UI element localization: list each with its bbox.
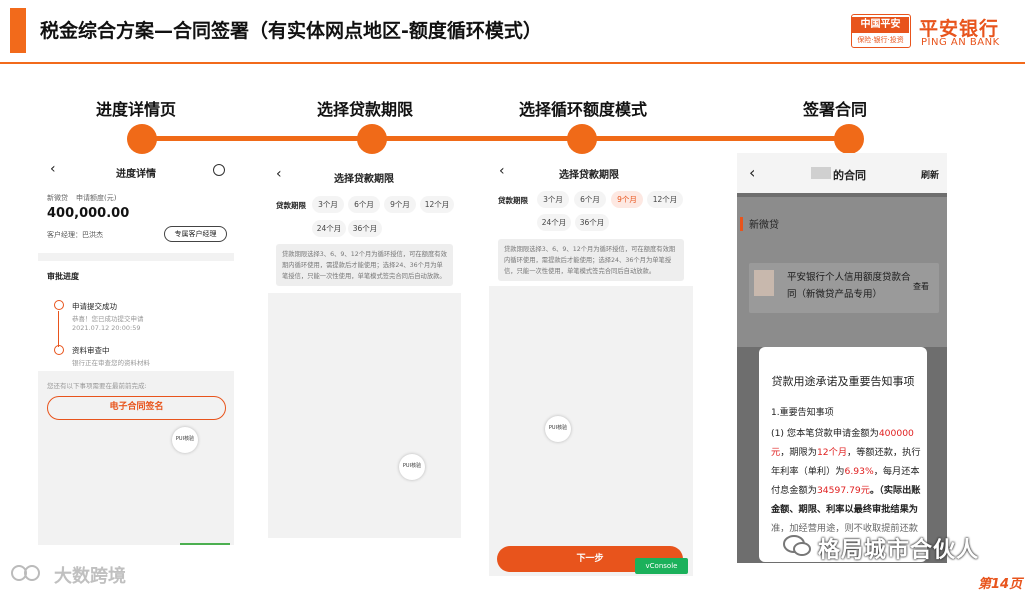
back-arrow-icon[interactable]: ‹	[749, 163, 755, 182]
header-accent-bar	[10, 8, 26, 53]
logo-box-bottom-text: 保险·银行·投资	[857, 36, 904, 44]
body-text: (1) 您本笔贷款申请金额为	[771, 428, 879, 439]
slide: 税金综合方案—合同签署（有实体网点地区-额度循环模式） 中国平安 保险·银行·投…	[0, 0, 1025, 592]
contract-name: 平安银行个人信用额度贷款合同（新微贷产品专用）	[787, 272, 911, 300]
page-number: 第14页	[978, 577, 1023, 592]
view-contract-link[interactable]: 查看	[913, 281, 929, 292]
back-arrow-icon[interactable]: ‹	[499, 163, 505, 179]
step1-desc: 恭喜！您已成功提交申请	[72, 315, 144, 323]
term-label: 贷款期限	[498, 196, 528, 205]
term-option-36m[interactable]: 36个月	[348, 220, 382, 237]
back-arrow-icon[interactable]: ‹	[50, 161, 56, 177]
term-highlight: 12个月	[816, 447, 848, 458]
notice-modal: 贷款用途承诺及重要告知事项 1.重要告知事项 (1) 您本笔贷款申请金额为400…	[759, 347, 927, 562]
vconsole-button[interactable]: vConsole	[635, 558, 688, 574]
modal-body: (1) 您本笔贷款申请金额为400000元，期限为12个月，等额还款，执行年利率…	[771, 424, 921, 538]
step-title-3: 选择循环额度模式	[519, 100, 648, 119]
phone4-title: 的合同	[833, 169, 866, 182]
body-text: ，期限为	[780, 447, 817, 458]
timeline-line	[140, 136, 850, 141]
step1-title: 申请提交成功	[72, 302, 117, 311]
brand-watermark-left: 大数跨境	[54, 566, 126, 587]
phone-progress-details: ‹ 进度详情 新微贷 申请额度(元) 400,000.00 客户经理：巴洪杰 专…	[38, 155, 234, 545]
rate-highlight: 6.93%	[844, 466, 874, 477]
logo-box-top-text: 中国平安	[852, 17, 909, 33]
bank-name-en: PING AN BANK	[921, 37, 1000, 48]
timeline-dot-1	[127, 124, 157, 154]
step-title-4: 签署合同	[803, 100, 868, 119]
step-title-2: 选择贷款期限	[317, 100, 414, 119]
refresh-button[interactable]: 刷新	[921, 168, 939, 181]
term-option-3m[interactable]: 3个月	[537, 191, 569, 208]
pui-verify-button[interactable]: PUI核验	[545, 416, 571, 442]
phone3-title: 选择贷款期限	[559, 170, 619, 181]
term-option-12m[interactable]: 12个月	[647, 191, 683, 208]
ping-an-logo: 中国平安 保险·银行·投资	[851, 14, 911, 48]
amount-label: 申请额度(元)	[76, 194, 117, 202]
service-icon[interactable]	[213, 164, 225, 176]
modal-title: 贷款用途承诺及重要告知事项	[771, 375, 915, 388]
modal-heading: 1.重要告知事项	[771, 408, 834, 418]
timeline-dot-2	[357, 124, 387, 154]
manager-button[interactable]: 专属客户经理	[164, 226, 227, 242]
header-divider	[0, 62, 1025, 64]
term-option-12m[interactable]: 12个月	[420, 196, 454, 213]
term-option-6m[interactable]: 6个月	[348, 196, 380, 213]
term-option-9m[interactable]: 9个月	[384, 196, 416, 213]
pending-icon	[54, 345, 64, 355]
product-marker	[740, 217, 743, 231]
brand-watermark-right: 格局城市合伙人	[818, 538, 980, 563]
pui-verify-button[interactable]: PUI核验	[172, 427, 198, 453]
brand-logo-icon	[10, 563, 50, 583]
term-option-9m-selected[interactable]: 9个月	[611, 191, 643, 208]
approved-amount: 400,000.00	[47, 206, 130, 221]
pending-hint: 您还有以下事项需要在最前前完成:	[47, 382, 147, 390]
approval-section-title: 审批进度	[47, 272, 79, 281]
contract-doc-icon	[754, 270, 774, 296]
phone2-title: 选择贷款期限	[334, 174, 394, 185]
phone1-title: 进度详情	[116, 169, 156, 180]
term-label: 贷款期限	[276, 201, 306, 210]
pui-verify-button[interactable]: PUI核验	[399, 454, 425, 480]
e-contract-sign-button[interactable]: 电子合同签名	[47, 396, 226, 420]
timeline-dot-3	[567, 124, 597, 154]
progress-connector	[58, 311, 59, 347]
term-option-6m[interactable]: 6个月	[574, 191, 606, 208]
term-option-24m[interactable]: 24个月	[312, 220, 346, 237]
check-icon	[54, 300, 64, 310]
term-note: 贷款期限选择3、6、9、12个月为循环授信，可在额度有效期内循环使用，需提款后才…	[276, 244, 453, 286]
term-option-3m[interactable]: 3个月	[312, 196, 344, 213]
step1-time: 2021.07.12 20:00:59	[72, 324, 141, 332]
product-name: 新微贷	[749, 220, 779, 231]
timeline-dot-4	[834, 124, 864, 154]
redacted-title-block	[811, 167, 831, 179]
term-option-24m[interactable]: 24个月	[537, 214, 571, 231]
phone-select-cycle: ‹ 选择贷款期限 贷款期限 3个月 6个月 9个月 12个月 24个月 36个月…	[489, 158, 693, 576]
bottom-green-bar	[180, 543, 230, 545]
slide-title: 税金综合方案—合同签署（有实体网点地区-额度循环模式）	[40, 20, 542, 42]
phone-select-term: ‹ 选择贷款期限 贷款期限 3个月 6个月 9个月 12个月 24个月 36个月…	[268, 158, 461, 538]
term-option-36m[interactable]: 36个月	[575, 214, 609, 231]
product-label: 新微贷	[47, 194, 68, 202]
payment-highlight: 34597.79元	[816, 485, 870, 496]
step2-desc: 银行正在审查您的资料材料	[72, 359, 150, 367]
manager-label: 客户经理：巴洪杰	[47, 231, 103, 239]
step2-title: 资料审查中	[72, 346, 110, 355]
term-note: 贷款期限选择3、6、9、12个月为循环授信，可在额度有效期内循环使用，需提款后才…	[498, 239, 684, 281]
step-title-1: 进度详情页	[96, 100, 177, 119]
back-arrow-icon[interactable]: ‹	[276, 166, 282, 182]
wechat-icon	[782, 533, 812, 559]
